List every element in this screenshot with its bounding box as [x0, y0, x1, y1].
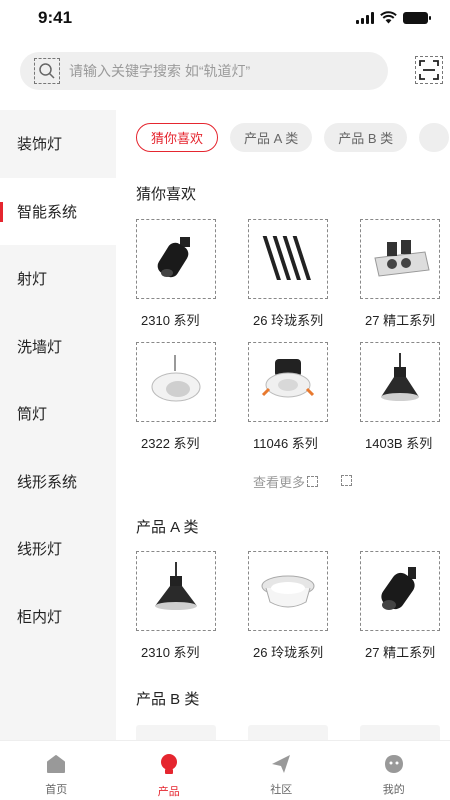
sidebar-item-smart-system[interactable]: 智能系统 [0, 177, 116, 245]
bulb-icon [160, 754, 177, 774]
tab-mine[interactable]: 我的 [338, 741, 450, 800]
sidebar-item-wall-washer[interactable]: 洗墙灯 [0, 313, 116, 381]
downlight-icon [248, 342, 328, 422]
wifi-icon [380, 11, 397, 24]
home-icon [47, 755, 66, 773]
chip-label: 产品 A 类 [244, 131, 299, 146]
grille-light-icon [360, 219, 440, 299]
pendant-icon [360, 342, 440, 422]
product-card[interactable]: 2310 系列 [136, 551, 216, 661]
filter-chips: 猜你喜欢 产品 A 类 产品 B 类 [136, 123, 450, 152]
battery-icon [403, 11, 431, 24]
tab-products[interactable]: 产品 [113, 741, 226, 800]
sidebar-item-label: 筒灯 [17, 406, 48, 424]
sidebar-item-linear-system[interactable]: 线形系统 [0, 448, 116, 516]
product-card[interactable]: 2322 系列 [136, 342, 216, 452]
sidebar-item-linear-light[interactable]: 线形灯 [0, 515, 116, 583]
sidebar-item-spotlight[interactable]: 射灯 [0, 245, 116, 313]
product-card[interactable]: 11046 系列 [248, 342, 328, 452]
product-thumb-partial [360, 725, 440, 740]
tab-label: 首页 [45, 784, 68, 796]
chip-label: 猜你喜欢 [151, 131, 204, 146]
sidebar-item-label: 洗墙灯 [17, 338, 63, 356]
spotlight-track-icon [360, 551, 440, 631]
product-name: 26 玲珑系列 [253, 645, 324, 660]
pendant-icon [136, 551, 216, 631]
signal-icon [356, 11, 374, 24]
sidebar-item-label: 装饰灯 [17, 136, 63, 154]
view-more-link[interactable]: 查看更多 [253, 472, 319, 491]
sidebar-item-label: 线形系统 [17, 473, 78, 491]
chip-product-a[interactable]: 产品 A 类 [230, 123, 313, 152]
product-thumb-partial [248, 725, 328, 740]
sidebar-item-label: 射灯 [17, 271, 48, 289]
tab-label: 产品 [157, 786, 180, 798]
section-title: 猜你喜欢 [136, 186, 197, 203]
product-card[interactable]: 26 玲珑系列 [248, 219, 328, 329]
sidebar-item-label: 智能系统 [17, 203, 78, 221]
search-icon [34, 58, 60, 84]
product-content: 猜你喜欢 产品 A 类 产品 B 类 猜你喜欢 2310 系列 26 玲珑系列 … [116, 110, 450, 740]
search-placeholder: 请输入关键字搜索 如“轨道灯” [69, 63, 251, 79]
product-card[interactable]: 27 精工系列 [360, 219, 440, 329]
sidebar-item-decorative[interactable]: 装饰灯 [0, 110, 116, 178]
search-input[interactable]: 请输入关键字搜索 如“轨道灯” [20, 52, 388, 90]
sidebar-item-downlight[interactable]: 筒灯 [0, 380, 116, 448]
product-thumb-partial [136, 725, 216, 740]
chip-guess-you-like[interactable]: 猜你喜欢 [136, 123, 219, 152]
view-more-label: 查看更多 [253, 475, 306, 490]
product-grid: 2310 系列 26 玲珑系列 27 精工系列 [136, 551, 446, 661]
product-name: 26 玲珑系列 [253, 313, 324, 328]
profile-icon [384, 755, 403, 773]
product-name: 27 精工系列 [365, 313, 436, 328]
adjustable-downlight-icon [136, 342, 216, 422]
product-name: 27 精工系列 [365, 645, 436, 660]
product-card[interactable]: 26 玲珑系列 [248, 551, 328, 661]
section-title: 产品 A 类 [136, 519, 199, 536]
product-card[interactable]: 27 精工系列 [360, 551, 440, 661]
status-time: 9:41 [38, 8, 73, 27]
chip-product-b[interactable]: 产品 B 类 [324, 123, 408, 152]
scan-button[interactable] [415, 56, 443, 84]
paper-plane-icon [272, 755, 291, 773]
status-icons [356, 11, 431, 24]
chip-more[interactable] [419, 123, 450, 152]
status-bar: 9:41 [0, 0, 450, 40]
tab-community[interactable]: 社区 [225, 741, 338, 800]
sidebar-item-label: 线形灯 [17, 541, 63, 559]
tab-home[interactable]: 首页 [0, 741, 113, 800]
recessed-ring-icon [248, 551, 328, 631]
chevron-down-icon [307, 476, 319, 487]
scan-icon [419, 60, 439, 80]
spotlight-track-icon [136, 219, 216, 299]
product-card[interactable]: 1403B 系列 [360, 342, 440, 452]
section-title: 产品 B 类 [136, 691, 200, 708]
product-name: 1403B 系列 [365, 436, 433, 451]
chip-label: 产品 B 类 [338, 131, 394, 146]
product-name: 2310 系列 [141, 645, 200, 660]
product-name: 2322 系列 [141, 436, 200, 451]
sidebar-item-cabinet-light[interactable]: 柜内灯 [0, 583, 116, 651]
tab-label: 社区 [270, 784, 293, 796]
category-sidebar: 装饰灯 智能系统 射灯 洗墙灯 筒灯 线形系统 线形灯 柜内灯 [0, 110, 116, 740]
product-grid: 2310 系列 26 玲珑系列 27 精工系列 2322 系列 11046 系列 [136, 219, 446, 452]
product-name: 11046 系列 [253, 436, 318, 451]
product-card[interactable]: 2310 系列 [136, 219, 216, 329]
tab-label: 我的 [382, 784, 405, 796]
expand-icon [341, 475, 352, 486]
sidebar-item-label: 柜内灯 [17, 608, 63, 626]
bottom-tab-bar: 首页 产品 社区 我的 [0, 740, 450, 800]
product-name: 2310 系列 [141, 313, 200, 328]
linear-bars-icon [248, 219, 328, 299]
